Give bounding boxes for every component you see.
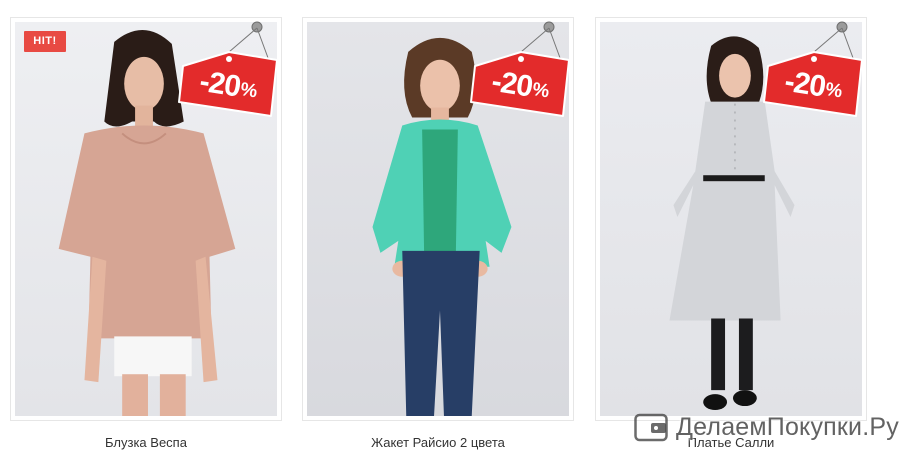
product-name-link[interactable]: Блузка Веспа	[46, 435, 246, 450]
product-card[interactable]: -20%	[302, 17, 574, 421]
discount-tag: -20%	[756, 18, 866, 123]
watermark: ДелаемПокупки.Ру	[634, 410, 899, 444]
discount-number: -20	[489, 64, 535, 104]
hit-badge: HIT!	[24, 31, 66, 52]
discount-tag: -20%	[463, 18, 573, 123]
wallet-icon	[634, 413, 668, 442]
discount-number: -20	[197, 64, 243, 104]
product-name-link[interactable]: Жакет Райсио 2 цвета	[338, 435, 538, 450]
discount-unit: %	[530, 79, 550, 103]
discount-number: -20	[782, 64, 828, 104]
product-card[interactable]: -20%	[595, 17, 867, 421]
discount-unit: %	[238, 79, 258, 103]
discount-unit: %	[823, 79, 843, 103]
discount-tag: -20%	[171, 18, 281, 123]
product-card[interactable]: HIT! -20%	[10, 17, 282, 421]
watermark-text: ДелаемПокупки.Ру	[676, 412, 899, 441]
